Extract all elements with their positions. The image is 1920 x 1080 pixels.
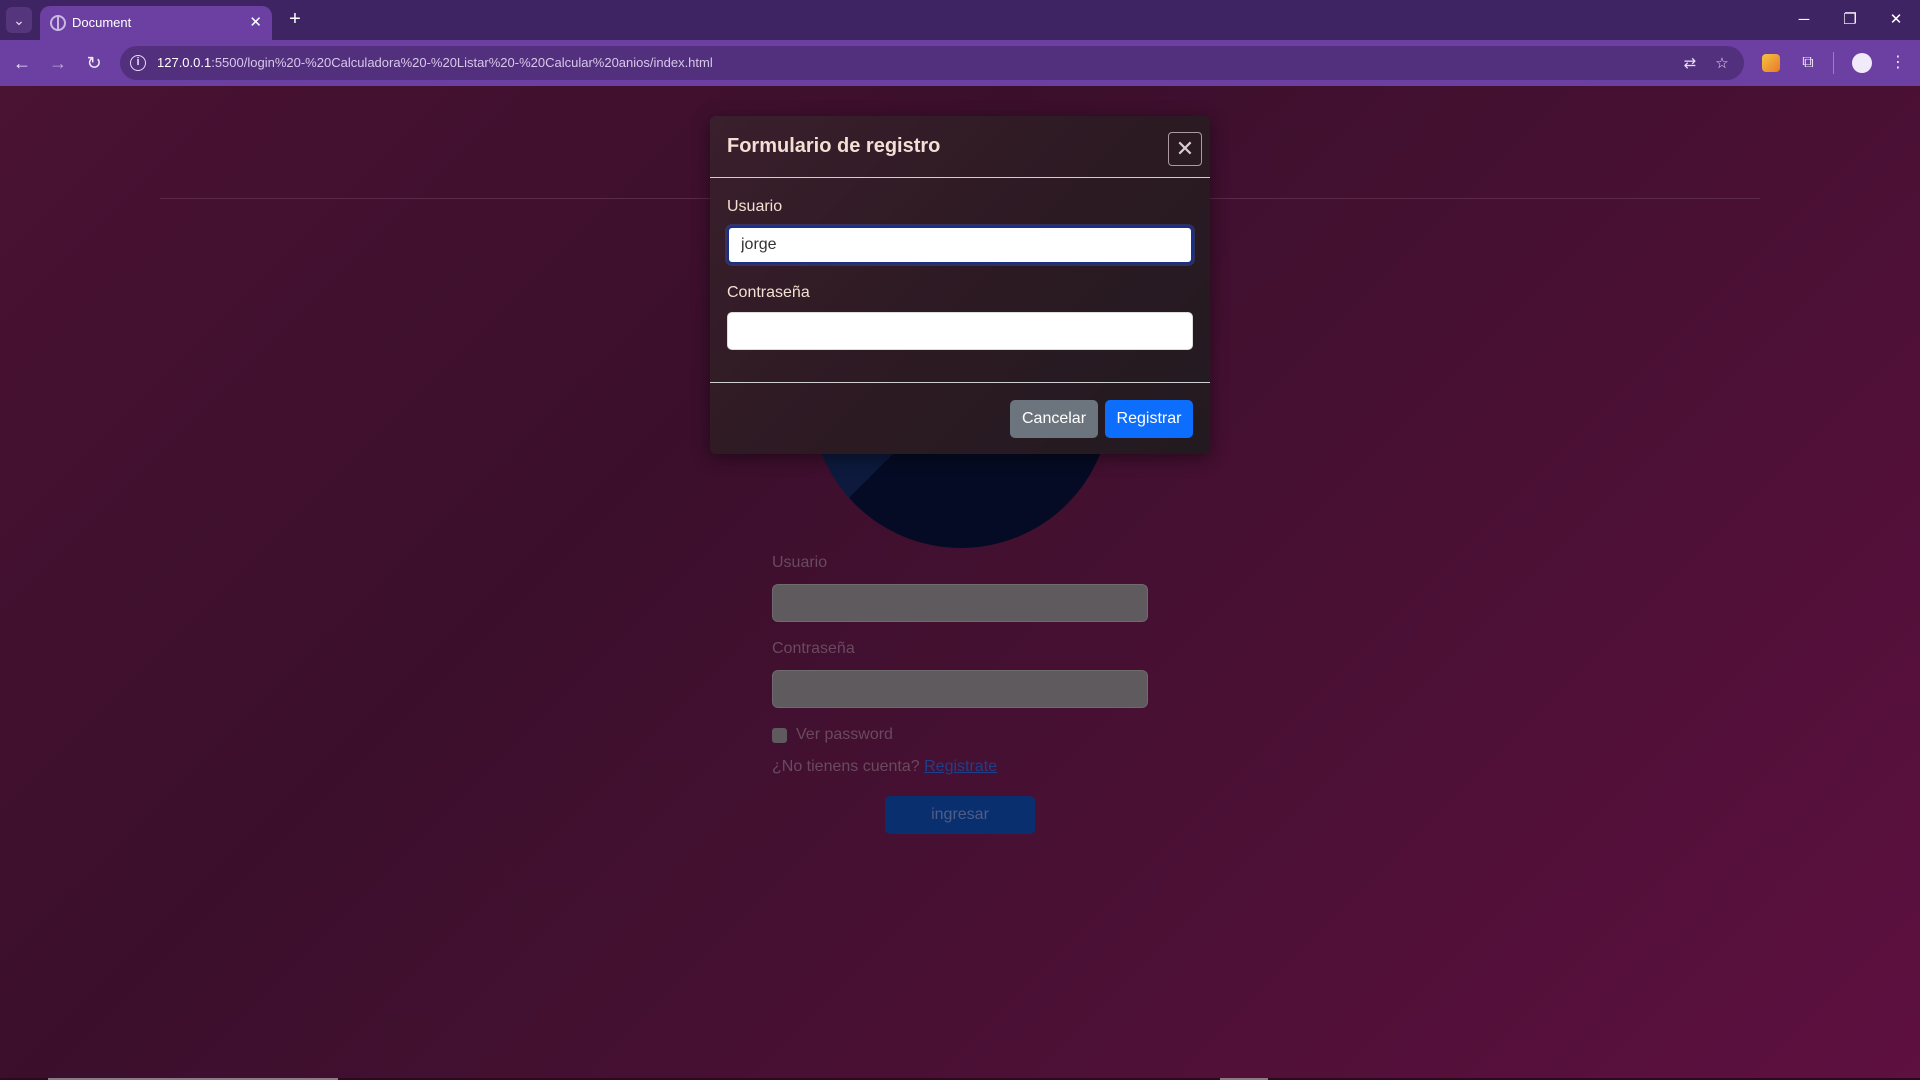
modal-password-label: Contraseña	[727, 284, 810, 301]
forward-icon[interactable]: →	[44, 49, 72, 77]
extensions-puzzle-icon[interactable]: ⧉	[1797, 52, 1819, 74]
modal-close-icon[interactable]: ✕	[1168, 132, 1202, 166]
window-close-icon[interactable]: ✕	[1882, 8, 1910, 32]
minimize-icon[interactable]: ─	[1790, 8, 1818, 32]
toolbar-separator	[1833, 52, 1834, 74]
browser-toolbar: ← → ↻ i 127.0.0.1:5500/login%20-%20Calcu…	[0, 40, 1920, 86]
tab-title: Document	[72, 15, 132, 30]
globe-icon	[50, 15, 66, 31]
reload-icon[interactable]: ↻	[80, 49, 108, 77]
browser-tab[interactable]: Document ✕	[40, 6, 272, 40]
modal-footer: Cancelar Registrar	[710, 382, 1210, 454]
cancel-button[interactable]: Cancelar	[1010, 400, 1098, 438]
browser-menu-icon[interactable]: ⋮	[1887, 52, 1909, 74]
browser-titlebar: ⌄ Document ✕ + ─ ❐ ✕	[0, 0, 1920, 40]
profile-avatar-icon[interactable]	[1852, 53, 1872, 73]
register-modal: Formulario de registro ✕ Usuario Contras…	[710, 116, 1210, 454]
modal-password-input[interactable]	[727, 312, 1193, 350]
modal-header: Formulario de registro ✕	[710, 116, 1210, 178]
extension-icon[interactable]	[1762, 54, 1780, 72]
page-body: Usuario Contraseña Ver password ¿No tien…	[0, 86, 1920, 1080]
url-text: 127.0.0.1:5500/login%20-%20Calculadora%2…	[157, 55, 713, 70]
modal-user-label: Usuario	[727, 198, 783, 215]
back-icon[interactable]: ←	[8, 49, 36, 77]
restore-icon[interactable]: ❐	[1836, 8, 1864, 32]
url-path: :5500/login%20-%20Calculadora%20-%20List…	[211, 55, 713, 70]
url-host: 127.0.0.1	[157, 55, 212, 70]
translate-icon[interactable]: ⇄	[1680, 54, 1700, 74]
address-bar[interactable]: i 127.0.0.1:5500/login%20-%20Calculadora…	[120, 46, 1744, 80]
register-button[interactable]: Registrar	[1105, 400, 1193, 438]
bookmark-star-icon[interactable]: ☆	[1712, 54, 1732, 74]
site-info-icon[interactable]: i	[130, 55, 146, 71]
tab-search-icon[interactable]: ⌄	[6, 7, 32, 33]
modal-title: Formulario de registro	[727, 135, 941, 157]
new-tab-icon[interactable]: +	[282, 7, 308, 33]
tab-close-icon[interactable]: ✕	[249, 13, 262, 31]
modal-user-input[interactable]	[727, 226, 1193, 264]
